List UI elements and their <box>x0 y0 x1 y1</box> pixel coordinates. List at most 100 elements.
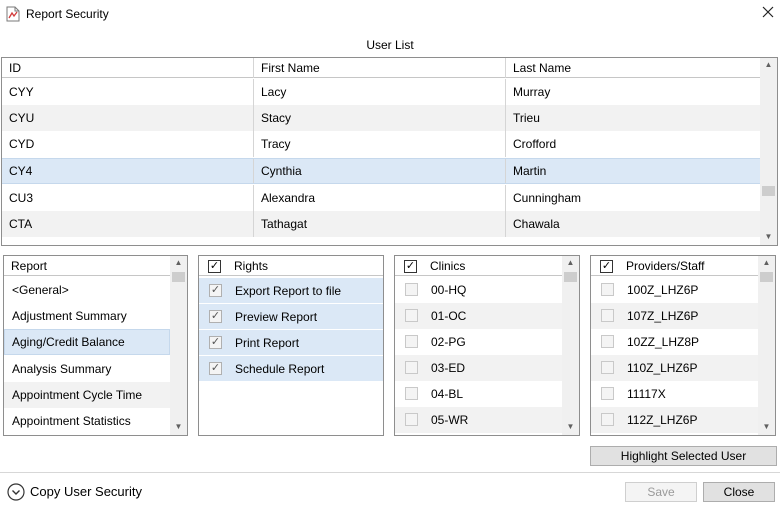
clinics-panel: ✓ Clinics 00-HQ 01-OC 02-PG 03-ED 04-BL … <box>394 255 580 436</box>
provider-item[interactable]: 107Z_LHZ6P <box>591 303 758 329</box>
provider-checkbox[interactable] <box>601 361 614 374</box>
provider-checkbox[interactable] <box>601 283 614 296</box>
scroll-thumb[interactable] <box>564 272 577 282</box>
rights-item[interactable]: ✓ Schedule Report <box>199 355 383 381</box>
clinic-item-label: 00-HQ <box>431 283 467 297</box>
column-header-id[interactable]: ID <box>2 58 254 78</box>
user-row[interactable]: CYD Tracy Crofford <box>2 131 760 157</box>
provider-checkbox[interactable] <box>601 387 614 400</box>
provider-checkbox[interactable] <box>601 309 614 322</box>
clinic-checkbox[interactable] <box>405 413 418 426</box>
clinic-item[interactable]: 00-HQ <box>395 277 562 303</box>
clinics-scrollbar[interactable]: ▲ ▼ <box>562 256 579 435</box>
report-item-selected[interactable]: Aging/Credit Balance <box>4 329 170 355</box>
provider-item[interactable]: 11117X <box>591 381 758 407</box>
providers-panel: ✓ Providers/Staff 100Z_LHZ6P 107Z_LHZ6P … <box>590 255 776 436</box>
report-item[interactable]: Analysis Summary <box>4 356 170 382</box>
window-close-icon[interactable] <box>760 4 776 20</box>
close-button[interactable]: Close <box>703 482 775 502</box>
clinic-checkbox[interactable] <box>405 361 418 374</box>
clinics-header-label: Clinics <box>430 259 466 273</box>
column-header-first-name[interactable]: First Name <box>254 58 506 78</box>
report-item-general[interactable]: <General> <box>4 277 170 303</box>
provider-checkbox[interactable] <box>601 335 614 348</box>
copy-user-security-toggle[interactable]: Copy User Security <box>30 484 142 499</box>
clinics-header: ✓ Clinics <box>395 256 562 276</box>
rights-header-label: Rights <box>234 259 269 273</box>
rights-checkbox[interactable]: ✓ <box>209 362 222 375</box>
rights-checkbox[interactable]: ✓ <box>209 310 222 323</box>
window-title: Report Security <box>26 7 109 21</box>
chevron-down-circle-icon[interactable] <box>7 483 25 501</box>
user-grid-scrollbar[interactable]: ▲ ▼ <box>760 58 777 245</box>
save-button[interactable]: Save <box>625 482 697 502</box>
providers-header-label: Providers/Staff <box>626 259 705 273</box>
column-header-last-name[interactable]: Last Name <box>506 58 760 78</box>
report-item[interactable]: Adjustment Summary <box>4 303 170 329</box>
clinic-item-label: 05-WR <box>431 413 469 427</box>
clinics-select-all-checkbox[interactable]: ✓ <box>404 260 417 273</box>
provider-item[interactable]: 100Z_LHZ6P <box>591 277 758 303</box>
rights-item-label: Preview Report <box>235 310 318 324</box>
user-row[interactable]: CTA Tathagat Chawala <box>2 211 760 237</box>
report-app-icon <box>6 6 20 22</box>
rights-item[interactable]: ✓ Print Report <box>199 329 383 355</box>
user-first-name-cell: Cynthia <box>254 159 506 183</box>
provider-item-label: 112Z_LHZ6P <box>627 413 698 427</box>
scroll-down-icon[interactable]: ▼ <box>562 420 579 434</box>
clinic-item[interactable]: 03-ED <box>395 355 562 381</box>
user-list-label: User List <box>366 38 414 52</box>
rights-item[interactable]: ✓ Preview Report <box>199 303 383 329</box>
scroll-up-icon[interactable]: ▲ <box>562 256 579 270</box>
user-first-name-cell: Alexandra <box>254 185 506 211</box>
scroll-up-icon[interactable]: ▲ <box>170 256 187 270</box>
rights-item[interactable]: ✓ Export Report to file <box>199 277 383 303</box>
scroll-down-icon[interactable]: ▼ <box>170 420 187 434</box>
user-list-grid: ID First Name Last Name CYY Lacy Murray … <box>1 57 778 246</box>
scroll-up-icon[interactable]: ▲ <box>760 58 777 72</box>
user-last-name-cell: Murray <box>513 85 551 99</box>
provider-item-label: 110Z_LHZ6P <box>627 361 698 375</box>
scroll-down-icon[interactable]: ▼ <box>760 230 777 244</box>
user-first-name-cell: Stacy <box>254 105 506 131</box>
user-id-cell: CYU <box>2 105 254 131</box>
user-row[interactable]: CYU Stacy Trieu <box>2 105 760 131</box>
rights-checkbox[interactable]: ✓ <box>209 336 222 349</box>
rights-checkbox[interactable]: ✓ <box>209 284 222 297</box>
report-list-scrollbar[interactable]: ▲ ▼ <box>170 256 187 435</box>
rights-select-all-checkbox[interactable]: ✓ <box>208 260 221 273</box>
clinic-checkbox[interactable] <box>405 283 418 296</box>
rights-header: ✓ Rights <box>199 256 383 276</box>
clinic-checkbox[interactable] <box>405 387 418 400</box>
provider-item-label: 100Z_LHZ6P <box>627 283 699 297</box>
clinic-item[interactable]: 05-WR <box>395 407 562 433</box>
provider-item[interactable]: 110Z_LHZ6P <box>591 355 758 381</box>
provider-item[interactable]: 112Z_LHZ6P <box>591 407 758 433</box>
clinic-item[interactable]: 02-PG <box>395 329 562 355</box>
provider-checkbox[interactable] <box>601 413 614 426</box>
providers-scrollbar[interactable]: ▲ ▼ <box>758 256 775 435</box>
highlight-selected-user-button[interactable]: Highlight Selected User <box>590 446 777 466</box>
clinic-item[interactable]: 01-OC <box>395 303 562 329</box>
clinic-item-label: 04-BL <box>431 387 464 401</box>
provider-item[interactable]: 10ZZ_LHZ8P <box>591 329 758 355</box>
clinic-checkbox[interactable] <box>405 335 418 348</box>
report-item[interactable]: Appointment Statistics <box>4 408 170 434</box>
clinic-item[interactable]: 04-BL <box>395 381 562 407</box>
report-header: Report <box>4 256 170 276</box>
providers-select-all-checkbox[interactable]: ✓ <box>600 260 613 273</box>
scroll-thumb[interactable] <box>760 272 773 282</box>
clinic-checkbox[interactable] <box>405 309 418 322</box>
rights-item-label: Export Report to file <box>235 284 342 298</box>
scroll-down-icon[interactable]: ▼ <box>758 420 775 434</box>
scroll-thumb[interactable] <box>172 272 185 282</box>
user-first-name-cell: Lacy <box>254 79 506 105</box>
scroll-up-icon[interactable]: ▲ <box>758 256 775 270</box>
scroll-thumb[interactable] <box>762 186 775 196</box>
user-row[interactable]: CYY Lacy Murray <box>2 79 760 105</box>
report-item[interactable]: Appointment Cycle Time <box>4 382 170 408</box>
user-row[interactable]: CU3 Alexandra Cunningham <box>2 185 760 211</box>
providers-header: ✓ Providers/Staff <box>591 256 758 276</box>
user-row-selected[interactable]: CY4 Cynthia Martin <box>2 158 760 184</box>
clinic-item-label: 01-OC <box>431 309 467 323</box>
